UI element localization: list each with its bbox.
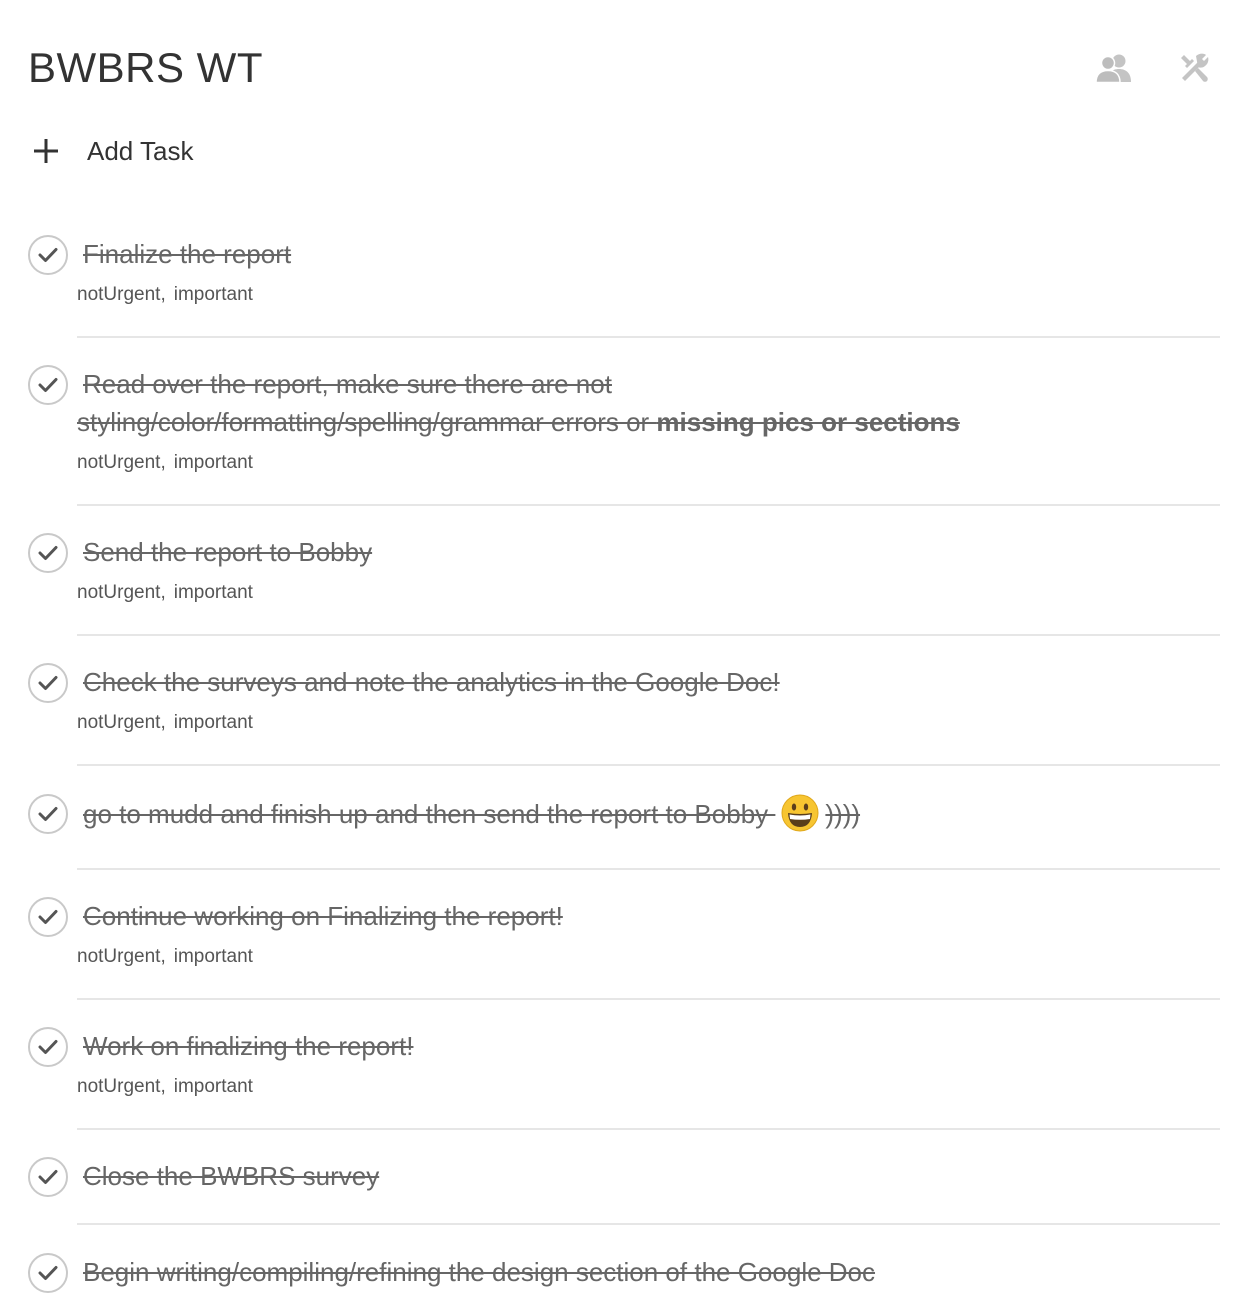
checkmark-icon [38,807,58,821]
task-title[interactable]: Close the BWBRS survey [77,1157,1220,1195]
task-tags: notUrgent, important [77,581,253,605]
tag-importance[interactable]: important [174,283,253,307]
task-item: Begin writing/compiling/refining the des… [28,1253,1220,1303]
task-tags: notUrgent, important [77,1075,253,1099]
complete-checkbox[interactable] [28,1253,68,1293]
list-title: BWBRS WT [28,44,263,91]
checkmark-icon [38,546,58,560]
checkmark-icon [38,1266,58,1280]
task-item: Read over the report, make sure there ar… [28,365,1220,507]
tag-separator: , [160,582,166,603]
task-title[interactable]: Send the report to Bobby [77,533,1220,571]
task-tags: notUrgent, important [77,283,253,307]
tag-urgency[interactable]: notUrgent [77,945,160,969]
task-item: Close the BWBRS survey [28,1157,1220,1227]
complete-checkbox[interactable] [28,533,68,573]
task-title-line1[interactable]: Read over the report, make sure there ar… [77,365,1220,403]
checkmark-icon [38,1170,58,1184]
checkmark-icon [38,378,58,392]
tag-importance[interactable]: important [174,945,253,969]
settings-button[interactable] [1174,48,1214,88]
list-header: BWBRS WT [28,40,1220,100]
task-item: Finalize the report notUrgent, important [28,235,1220,339]
task-title-bold: missing pics or sections [656,407,960,437]
add-task-button[interactable]: Add Task [28,126,193,176]
tag-importance[interactable]: important [174,1075,253,1099]
add-task-label: Add Task [87,135,194,166]
task-tags: notUrgent, important [77,711,253,735]
task-item: Work on finalizing the report! notUrgent… [28,1027,1220,1131]
task-divider [77,1223,1220,1225]
people-icon [1096,54,1131,83]
tools-icon [1181,53,1209,82]
tag-importance[interactable]: important [174,581,253,605]
task-tags: notUrgent, important [77,451,253,475]
tag-separator: , [160,1076,166,1097]
task-tags: notUrgent, important [77,945,253,969]
complete-checkbox[interactable] [28,1157,68,1197]
task-item: Check the surveys and note the analytics… [28,663,1220,767]
checkmark-icon [38,910,58,924]
task-title[interactable]: Continue working on Finalizing the repor… [77,897,1220,935]
tag-separator: , [160,452,166,473]
checkmark-icon [38,248,58,262]
task-divider [77,868,1220,870]
tag-urgency[interactable]: notUrgent [77,283,160,307]
task-title[interactable]: Check the surveys and note the analytics… [77,663,1220,701]
tag-separator: , [160,946,166,967]
task-title[interactable]: Begin writing/compiling/refining the des… [77,1253,1220,1291]
complete-checkbox[interactable] [28,1027,68,1067]
task-title-line2[interactable]: styling/color/formatting/spelling/gramma… [77,403,1220,441]
tag-importance[interactable]: important [174,711,253,735]
checkmark-icon [38,676,58,690]
task-divider [77,1128,1220,1130]
checkmark-icon [38,1040,58,1054]
plus-icon [28,133,64,169]
complete-checkbox[interactable] [28,897,68,937]
task-divider [77,504,1220,506]
tag-urgency[interactable]: notUrgent [77,711,160,735]
share-button[interactable] [1094,48,1134,88]
tag-separator: , [160,284,166,305]
task-divider [77,336,1220,338]
task-title-text: styling/color/formatting/spelling/gramma… [77,407,657,437]
tag-urgency[interactable]: notUrgent [77,1075,160,1099]
task-title-suffix: )))) [825,799,861,829]
complete-checkbox[interactable] [28,794,68,834]
tag-urgency[interactable]: notUrgent [77,581,160,605]
task-item: Continue working on Finalizing the repor… [28,897,1220,1001]
complete-checkbox[interactable] [28,235,68,275]
task-item: Send the report to Bobby notUrgent, impor… [28,533,1220,637]
task-divider [77,634,1220,636]
task-title[interactable]: Finalize the report [77,235,1220,273]
task-divider [77,764,1220,766]
tag-importance[interactable]: important [174,451,253,475]
tag-separator: , [160,712,166,733]
task-divider [77,998,1220,1000]
grinning-face-emoji [781,794,819,832]
task-title[interactable]: Work on finalizing the report! [77,1027,1220,1065]
complete-checkbox[interactable] [28,663,68,703]
tag-urgency[interactable]: notUrgent [77,451,160,475]
task-title-text: go to mudd and finish up and then send t… [83,799,776,829]
complete-checkbox[interactable] [28,365,68,405]
task-title[interactable]: go to mudd and finish up and then send t… [77,794,1220,833]
task-item: go to mudd and finish up and then send t… [28,794,1220,872]
